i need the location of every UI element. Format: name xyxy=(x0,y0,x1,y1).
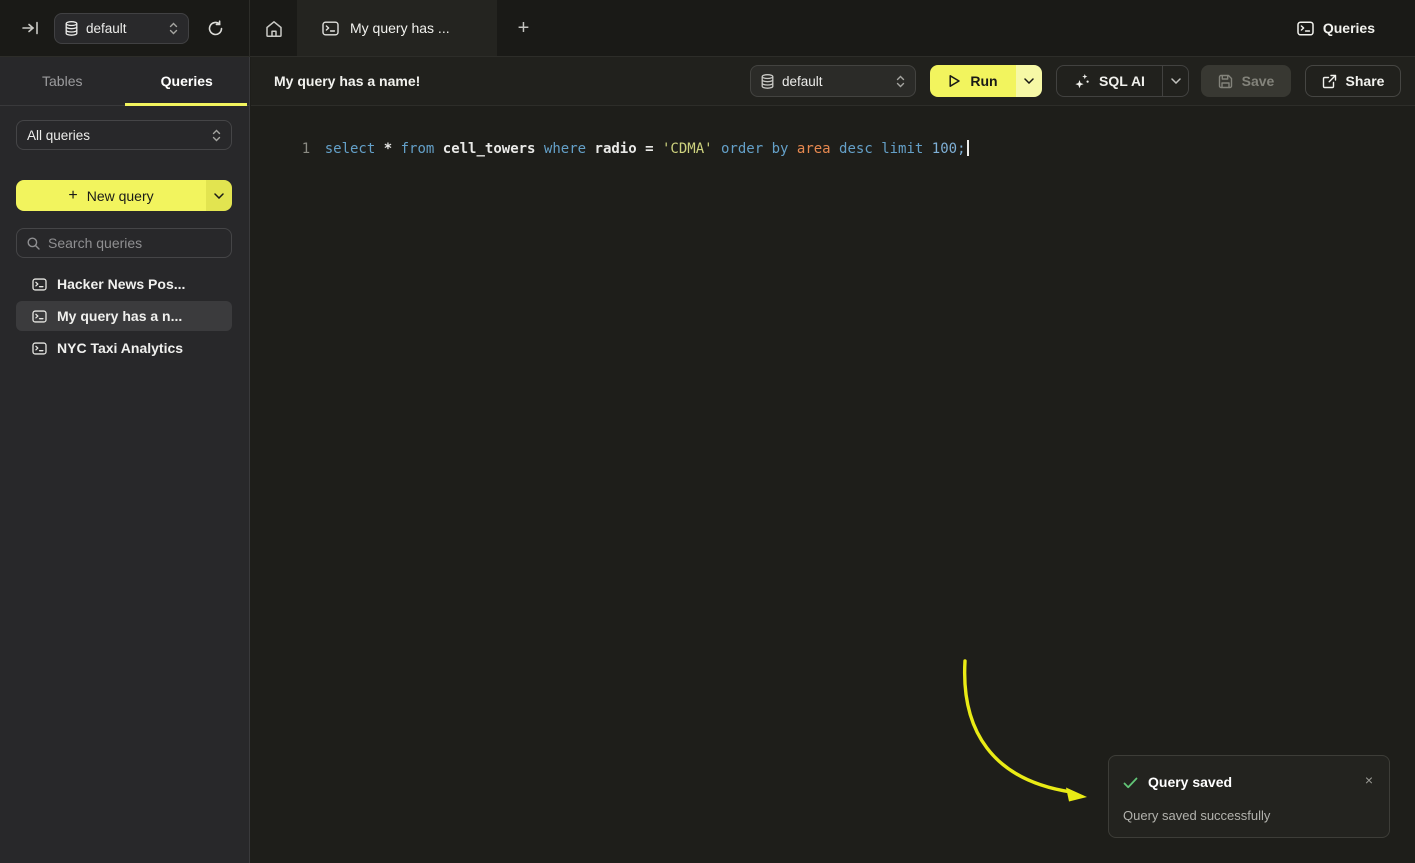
editor-database-selector[interactable]: default xyxy=(750,65,916,97)
play-icon xyxy=(948,74,961,88)
run-dropdown-button[interactable] xyxy=(1016,65,1042,97)
chevron-down-icon xyxy=(214,193,224,199)
toast-close-button[interactable]: × xyxy=(1365,773,1373,787)
collapse-sidebar-button[interactable] xyxy=(18,16,42,40)
query-icon xyxy=(32,310,47,323)
query-filter-value: All queries xyxy=(27,128,90,143)
sql-editor[interactable]: 1select * from cell_towers where radio =… xyxy=(251,107,1415,863)
tab-tables[interactable]: Tables xyxy=(0,57,125,105)
new-query-split-button: + New query xyxy=(16,180,232,211)
run-button[interactable]: Run xyxy=(930,65,1016,97)
check-icon xyxy=(1123,777,1138,789)
search-queries-box xyxy=(16,228,232,258)
query-list-item[interactable]: NYC Taxi Analytics xyxy=(16,333,232,363)
sparkles-icon xyxy=(1074,73,1090,89)
query-icon xyxy=(32,278,47,291)
query-filter-selector[interactable]: All queries xyxy=(16,120,232,150)
refresh-button[interactable] xyxy=(203,16,227,40)
sidebar-database-selector[interactable]: default xyxy=(54,13,189,44)
top-bar-left: default xyxy=(0,0,250,56)
home-button[interactable] xyxy=(262,17,286,40)
top-bar: default xyxy=(0,0,1415,57)
sidebar-database-value: default xyxy=(86,21,127,36)
run-label: Run xyxy=(970,73,997,89)
home-icon xyxy=(265,20,283,38)
toast-query-saved: Query saved × Query saved successfully xyxy=(1108,755,1390,838)
queries-breadcrumb-label: Queries xyxy=(1323,20,1375,36)
line-number: 1 xyxy=(285,139,325,160)
text-cursor xyxy=(967,140,969,156)
query-icon xyxy=(32,342,47,355)
queries-breadcrumb[interactable]: Queries xyxy=(1297,0,1375,56)
chevron-updown-icon xyxy=(212,129,221,142)
query-item-label: Hacker News Pos... xyxy=(57,276,185,292)
save-icon xyxy=(1218,74,1233,89)
sql-ai-button[interactable]: SQL AI xyxy=(1057,66,1162,96)
queries-icon xyxy=(1297,21,1314,36)
sql-ai-label: SQL AI xyxy=(1099,73,1145,89)
save-button[interactable]: Save xyxy=(1201,65,1291,97)
tab-label: My query has ... xyxy=(350,20,450,36)
query-tab-icon xyxy=(322,21,339,36)
sidebar: Tables Queries All queries + New query xyxy=(0,57,250,863)
collapse-sidebar-icon xyxy=(22,21,39,35)
share-button[interactable]: Share xyxy=(1305,65,1401,97)
query-item-label: NYC Taxi Analytics xyxy=(57,340,183,356)
new-query-button[interactable]: + New query xyxy=(16,180,206,211)
database-icon xyxy=(65,21,78,36)
code-line: 1select * from cell_towers where radio =… xyxy=(251,118,969,181)
share-icon xyxy=(1322,74,1337,89)
sql-code: select * from cell_towers where radio = … xyxy=(325,141,966,157)
save-label: Save xyxy=(1242,73,1275,89)
editor-database-value: default xyxy=(782,74,823,89)
toast-message: Query saved successfully xyxy=(1123,808,1270,823)
database-icon xyxy=(761,74,774,89)
query-title: My query has a name! xyxy=(274,73,420,89)
editor-header: My query has a name! default Run xyxy=(251,57,1415,106)
plus-icon: + xyxy=(68,187,77,205)
run-split-button: Run xyxy=(930,65,1042,97)
chevron-updown-icon xyxy=(169,22,178,35)
sql-ai-dropdown-button[interactable] xyxy=(1162,66,1188,96)
tab-my-query[interactable]: My query has ... xyxy=(297,0,497,56)
tab-queries[interactable]: Queries xyxy=(125,57,250,105)
refresh-icon xyxy=(207,20,224,37)
toast-title: Query saved xyxy=(1148,774,1232,790)
chevron-updown-icon xyxy=(896,75,905,88)
new-query-dropdown-button[interactable] xyxy=(206,180,232,211)
new-query-label: New query xyxy=(87,188,154,204)
new-tab-button[interactable]: + xyxy=(511,16,536,41)
sidebar-tabs: Tables Queries xyxy=(0,57,249,106)
chevron-down-icon xyxy=(1024,78,1034,84)
search-icon xyxy=(27,237,40,250)
share-label: Share xyxy=(1346,73,1385,89)
query-list-item[interactable]: Hacker News Pos... xyxy=(16,269,232,299)
query-list-item[interactable]: My query has a n... xyxy=(16,301,232,331)
chevron-down-icon xyxy=(1171,78,1181,84)
search-queries-input[interactable] xyxy=(48,235,229,251)
sql-ai-split-button: SQL AI xyxy=(1056,65,1189,97)
query-list: Hacker News Pos... My query has a n... N… xyxy=(16,269,232,365)
query-item-label: My query has a n... xyxy=(57,308,182,324)
